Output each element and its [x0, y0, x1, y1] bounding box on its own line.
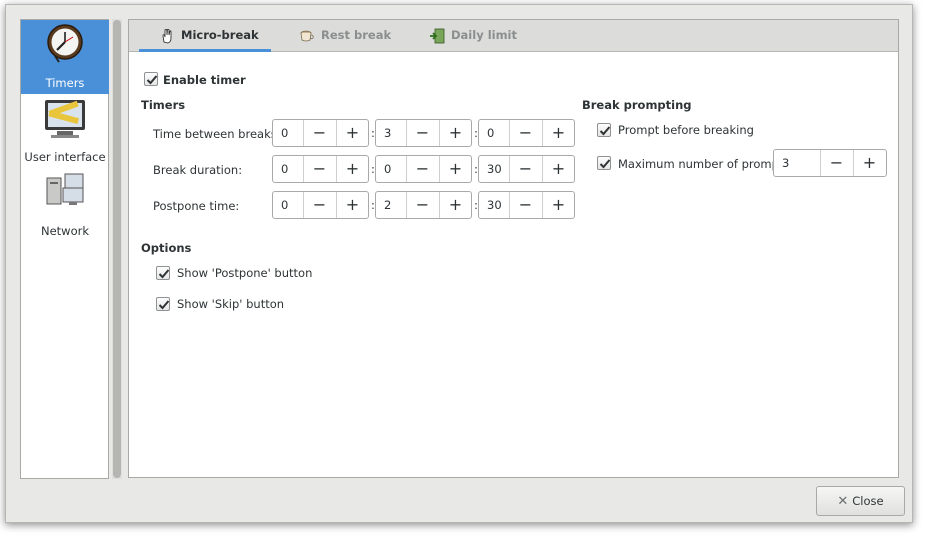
increment-button[interactable]: +	[336, 192, 368, 218]
postpone-time-minutes-spin[interactable]: 2 − +	[375, 191, 472, 219]
postpone-time-hours-spin[interactable]: 0 − +	[272, 191, 369, 219]
time-between-breaks-hours-spin[interactable]: 0 − +	[272, 119, 369, 147]
sidebar-scrollbar[interactable]	[112, 19, 122, 479]
close-button-label: Close	[852, 494, 884, 508]
tab-rest-break[interactable]: Rest break	[295, 20, 391, 51]
spin-value: 0	[281, 126, 289, 140]
sidebar-item-label: Network	[40, 224, 90, 238]
spin-value: 0	[281, 162, 289, 176]
decrement-button[interactable]: −	[509, 156, 541, 182]
prompt-before-breaking-label: Prompt before breaking	[618, 123, 754, 137]
tab-micro-break[interactable]: Micro-break	[155, 20, 259, 51]
enable-timer-label: Enable timer	[163, 73, 246, 87]
break-duration-label: Break duration:	[153, 163, 243, 177]
time-between-breaks-seconds-spin[interactable]: 0 − +	[478, 119, 575, 147]
network-computers-icon	[46, 173, 84, 205]
sidebar-item-user-interface[interactable]: User interface	[21, 94, 109, 168]
tab-label: Daily limit	[451, 28, 517, 42]
close-x-icon: ✕	[837, 494, 849, 509]
show-skip-checkbox[interactable]	[156, 297, 170, 311]
show-skip-label: Show 'Skip' button	[177, 297, 285, 311]
sidebar-item-timers[interactable]: Timers	[21, 20, 109, 94]
increment-button[interactable]: +	[439, 120, 471, 146]
spin-value: 0	[281, 198, 289, 212]
spin-value: 0	[384, 162, 392, 176]
show-postpone-checkbox[interactable]	[156, 266, 170, 280]
increment-button[interactable]: +	[439, 156, 471, 182]
active-tab-indicator	[139, 49, 271, 52]
decrement-button[interactable]: −	[406, 192, 438, 218]
hand-icon	[162, 28, 172, 44]
options-heading: Options	[141, 241, 192, 255]
increment-button[interactable]: +	[336, 120, 368, 146]
postpone-time-label: Postpone time:	[153, 199, 240, 213]
sidebar-item-label: User interface	[24, 150, 106, 164]
settings-notebook: Micro-break Rest break Daily limit Enabl…	[128, 19, 899, 478]
show-postpone-label: Show 'Postpone' button	[177, 266, 313, 280]
max-prompts-label: Maximum number of prompts:	[618, 157, 794, 171]
increment-button[interactable]: +	[542, 120, 574, 146]
enable-timer-checkbox[interactable]	[144, 72, 158, 86]
sidebar-item-label: Timers	[45, 76, 85, 90]
spin-value: 3	[384, 126, 392, 140]
spin-value: 2	[384, 198, 392, 212]
decrement-button[interactable]: −	[303, 120, 335, 146]
spin-value: 30	[487, 198, 502, 212]
decrement-button[interactable]: −	[509, 192, 541, 218]
clock-icon	[47, 24, 83, 63]
spin-value: 3	[782, 156, 790, 170]
decrement-button[interactable]: −	[406, 120, 438, 146]
preferences-window: Timers User interface Network Micro-brea…	[5, 4, 913, 523]
postpone-time-seconds-spin[interactable]: 30 − +	[478, 191, 575, 219]
time-between-breaks-label: Time between breaks:	[153, 127, 281, 141]
tab-bar: Micro-break Rest break Daily limit	[129, 20, 898, 52]
prompt-before-breaking-checkbox[interactable]	[597, 123, 611, 137]
tab-daily-limit[interactable]: Daily limit	[425, 20, 517, 51]
break-prompting-heading: Break prompting	[582, 98, 692, 112]
exit-door-icon	[430, 28, 445, 44]
decrement-button[interactable]: −	[509, 120, 541, 146]
tab-label: Rest break	[321, 28, 392, 42]
increment-button[interactable]: +	[336, 156, 368, 182]
max-prompts-checkbox[interactable]	[597, 156, 611, 170]
increment-button[interactable]: +	[439, 192, 471, 218]
coffee-cup-icon	[300, 30, 314, 42]
increment-button[interactable]: +	[542, 192, 574, 218]
break-duration-minutes-spin[interactable]: 0 − +	[375, 155, 472, 183]
sidebar-item-network[interactable]: Network	[21, 168, 109, 242]
max-prompts-spin[interactable]: 3 − +	[773, 149, 887, 177]
time-between-breaks-minutes-spin[interactable]: 3 − +	[375, 119, 472, 147]
spin-value: 30	[487, 162, 502, 176]
sidebar: Timers User interface Network	[20, 19, 109, 479]
break-duration-seconds-spin[interactable]: 30 − +	[478, 155, 575, 183]
spin-value: 0	[487, 126, 495, 140]
ruler-monitor-icon	[45, 100, 85, 138]
decrement-button[interactable]: −	[820, 150, 852, 176]
decrement-button[interactable]: −	[303, 192, 335, 218]
increment-button[interactable]: +	[542, 156, 574, 182]
decrement-button[interactable]: −	[406, 156, 438, 182]
scrollbar-thumb[interactable]	[113, 20, 121, 478]
decrement-button[interactable]: −	[303, 156, 335, 182]
increment-button[interactable]: +	[853, 150, 885, 176]
tab-label: Micro-break	[181, 28, 259, 42]
timers-heading: Timers	[141, 98, 186, 112]
break-duration-hours-spin[interactable]: 0 − +	[272, 155, 369, 183]
close-button[interactable]: ✕ Close	[816, 486, 905, 516]
